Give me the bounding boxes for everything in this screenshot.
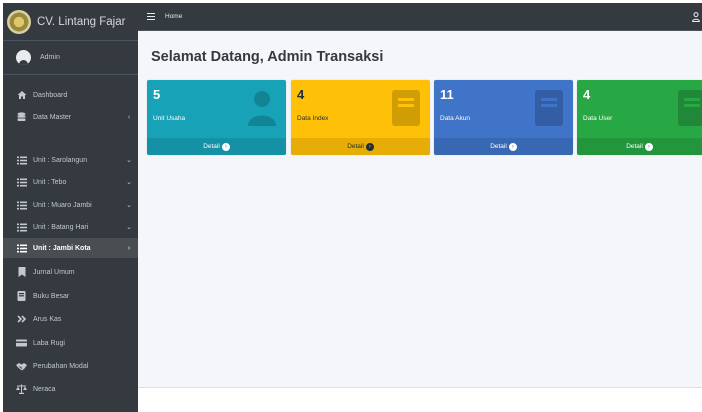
list-icon <box>16 222 27 233</box>
sidebar-item-unit-tebo[interactable]: Unit : Tebo ⌄ <box>3 172 138 192</box>
home-link[interactable]: Home <box>165 13 182 20</box>
box-label: Data User <box>583 115 613 122</box>
chevron-down-icon: ⌄ <box>126 157 132 164</box>
sidebar-item-dashboard[interactable]: Dashboard <box>3 85 138 105</box>
chevron-right-icon: › <box>127 244 131 252</box>
user-name: Admin <box>40 54 60 61</box>
page-title: Selamat Datang, Admin Transaksi <box>151 49 384 65</box>
sidebar-item-label: Laba Rugi <box>33 339 65 347</box>
detail-link[interactable]: Detail › <box>147 138 286 155</box>
detail-link[interactable]: Detail › <box>291 138 430 155</box>
sidebar-item-data-master[interactable]: Data Master ‹ <box>3 107 138 127</box>
list-icon <box>16 243 27 254</box>
sidebar-item-label: Jurnal Umum <box>33 268 75 276</box>
box-label: Data Akun <box>440 115 470 122</box>
small-box-unit-usaha: 5 Unit Usaha Detail › <box>147 80 286 155</box>
sidebar-item-buku-besar[interactable]: Buku Besar <box>3 286 138 306</box>
database-icon <box>16 112 27 123</box>
user-avatar-icon <box>16 50 31 65</box>
sidebar-item-unit-muaro-jambi[interactable]: Unit : Muaro Jambi ⌄ <box>3 195 138 215</box>
app-window: CV. Lintang Fajar Admin Dashboard Data M… <box>3 3 702 412</box>
sidebar-item-laba-rugi[interactable]: Laba Rugi <box>3 333 138 353</box>
sidebar-item-neraca[interactable]: Neraca <box>3 379 138 399</box>
sidebar-item-arus-kas[interactable]: Arus Kas <box>3 309 138 329</box>
detail-label: Detail <box>347 143 364 150</box>
main-footer <box>138 387 702 412</box>
box-value: 5 <box>153 87 161 102</box>
money-icon <box>16 338 27 349</box>
small-box-data-akun: 11 Data Akun Detail › <box>434 80 573 155</box>
double-chevron-icon <box>16 314 27 325</box>
sidebar-item-label: Buku Besar <box>33 292 70 300</box>
chevron-down-icon: ⌄ <box>126 202 132 209</box>
sidebar-item-unit-sarolangun[interactable]: Unit : Sarolangun ⌄ <box>3 150 138 170</box>
brand-link[interactable]: CV. Lintang Fajar <box>3 3 138 41</box>
sidebar-item-label: Data Master <box>33 113 72 121</box>
sidebar-item-label: Perubahan Modal <box>33 362 89 370</box>
box-value: 4 <box>297 87 305 102</box>
sidebar-item-label: Unit : Muaro Jambi <box>33 201 92 209</box>
sidebar-item-label: Arus Kas <box>33 315 62 323</box>
book-icon <box>678 90 702 126</box>
sidebar-item-unit-jambi-kota[interactable]: Unit : Jambi Kota › <box>3 238 138 258</box>
box-value: 11 <box>440 87 454 102</box>
detail-label: Detail <box>626 143 643 150</box>
top-navbar: Home <box>138 3 702 31</box>
sidebar: CV. Lintang Fajar Admin Dashboard Data M… <box>3 3 138 412</box>
sidebar-item-perubahan-modal[interactable]: Perubahan Modal <box>3 356 138 376</box>
arrow-circle-right-icon: › <box>221 142 230 151</box>
chevron-down-icon: ⌄ <box>126 179 132 186</box>
user-icon <box>248 91 276 126</box>
user-panel[interactable]: Admin <box>3 41 138 75</box>
book-icon <box>535 90 563 126</box>
small-box-data-index: 4 Data Index Detail › <box>291 80 430 155</box>
arrow-circle-right-icon: › <box>365 142 374 151</box>
sidebar-item-label: Unit : Batang Hari <box>33 223 89 231</box>
box-label: Data Index <box>297 115 329 122</box>
arrow-circle-right-icon: › <box>508 142 517 151</box>
sidebar-item-label: Unit : Tebo <box>33 178 67 186</box>
home-icon <box>16 90 27 101</box>
list-icon <box>16 200 27 211</box>
book-icon <box>392 90 420 126</box>
book-icon <box>16 291 27 302</box>
sidebar-item-jurnal-umum[interactable]: Jurnal Umum <box>3 262 138 282</box>
sidebar-item-label: Unit : Jambi Kota <box>33 244 91 252</box>
box-label: Unit Usaha <box>153 115 186 122</box>
balance-icon <box>16 384 27 395</box>
list-icon <box>16 177 27 188</box>
brand-logo <box>7 9 31 34</box>
detail-link[interactable]: Detail › <box>577 138 702 155</box>
user-menu-icon[interactable] <box>692 12 700 25</box>
sidebar-item-label: Neraca <box>33 385 56 393</box>
bookmark-icon <box>16 267 27 278</box>
chevron-left-icon: ‹ <box>127 113 131 121</box>
handshake-icon <box>16 361 27 372</box>
detail-label: Detail <box>490 143 507 150</box>
chevron-down-icon: ⌄ <box>126 224 132 231</box>
small-box-data-user: 4 Data User Detail › <box>577 80 702 155</box>
arrow-circle-right-icon: › <box>644 142 653 151</box>
sidebar-item-unit-batang-hari[interactable]: Unit : Batang Hari ⌄ <box>3 217 138 237</box>
sidebar-item-label: Dashboard <box>33 91 68 99</box>
detail-label: Detail <box>203 143 220 150</box>
list-icon <box>16 155 27 166</box>
hamburger-icon[interactable] <box>147 13 155 20</box>
brand-name: CV. Lintang Fajar <box>37 15 126 28</box>
sidebar-item-label: Unit : Sarolangun <box>33 156 88 164</box>
detail-link[interactable]: Detail › <box>434 138 573 155</box>
box-value: 4 <box>583 87 591 102</box>
